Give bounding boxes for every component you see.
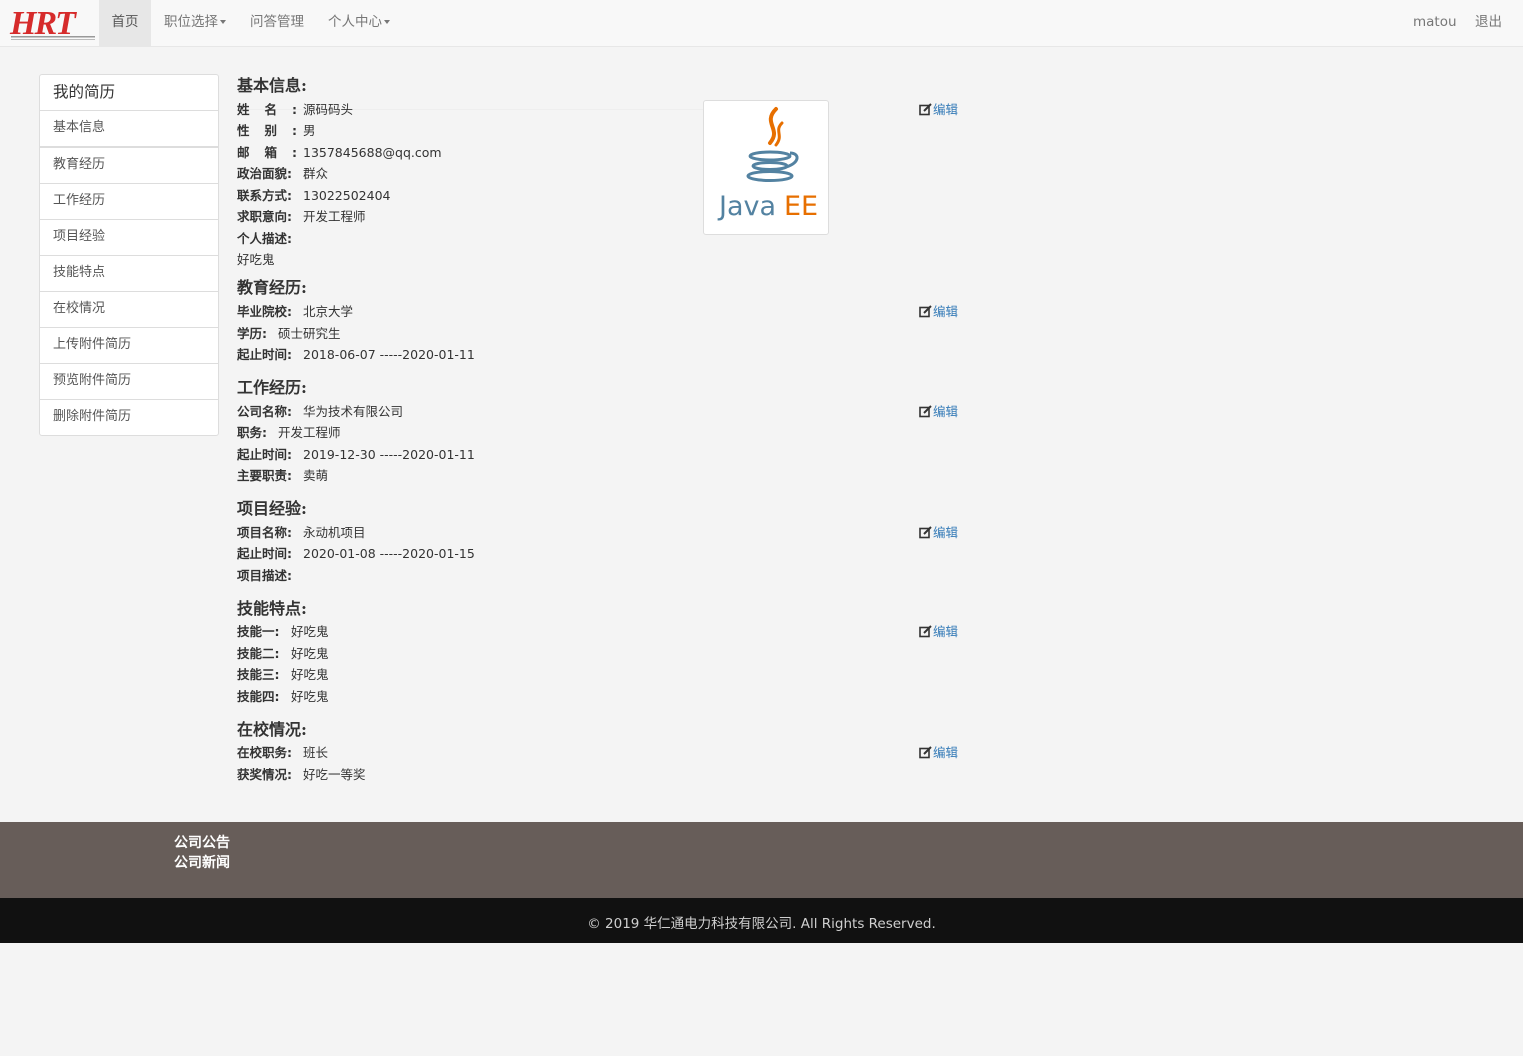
field-job-intent: 求职意向: 开发工程师 (237, 209, 366, 224)
field-gender: 性别:男 (237, 123, 316, 138)
sidebar-item-work[interactable]: 工作经历 (40, 184, 218, 220)
field-project-desc: 项目描述: (237, 568, 292, 583)
field-school: 毕业院校: 北京大学 (237, 304, 354, 319)
edit-basic-button[interactable]: 编辑 (919, 99, 958, 118)
nav-personal-center[interactable]: 个人中心 (328, 0, 390, 46)
nav-username[interactable]: matou (1413, 0, 1457, 46)
field-desc-value: 好吃鬼 (237, 252, 275, 267)
field-degree: 学历: 硕士研究生 (237, 326, 341, 341)
edit-school-button[interactable]: 编辑 (919, 742, 958, 761)
field-position: 职务: 开发工程师 (237, 425, 341, 440)
edit-icon (919, 746, 932, 759)
svg-text:Java: Java (717, 191, 776, 222)
top-navbar: HRT 首页 职位选择 问答管理 个人中心 matou 退出 (0, 0, 1523, 47)
section-title-education: 教育经历: (237, 278, 307, 297)
sidebar-item-skills[interactable]: 技能特点 (40, 256, 218, 292)
copyright: © 2019 华仁通电力科技有限公司. All Rights Reserved. (0, 898, 1523, 943)
footer-link-announcements[interactable]: 公司公告 (174, 832, 230, 852)
section-title-work: 工作经历: (237, 378, 307, 397)
edit-icon (919, 305, 932, 318)
field-phone: 联系方式: 13022502404 (237, 188, 391, 203)
field-project-name: 项目名称: 永动机项目 (237, 525, 366, 540)
sidebar-item-school[interactable]: 在校情况 (40, 292, 218, 328)
edit-education-button[interactable]: 编辑 (919, 301, 958, 320)
edit-icon (919, 405, 932, 418)
field-project-period: 起止时间: 2020-01-08 -----2020-01-15 (237, 546, 475, 561)
chevron-down-icon (384, 20, 390, 24)
sidebar-item-preview-attachment[interactable]: 预览附件简历 (40, 364, 218, 400)
sidebar-item-delete-attachment[interactable]: 删除附件简历 (40, 400, 218, 435)
field-politics: 政治面貌: 群众 (237, 166, 329, 181)
section-title-basic: 基本信息: (237, 76, 307, 95)
section-title-project: 项目经验: (237, 499, 307, 518)
chevron-down-icon (220, 20, 226, 24)
nav-job-select[interactable]: 职位选择 (164, 0, 226, 46)
resume-sidebar: 我的简历 基本信息 教育经历 工作经历 项目经验 技能特点 在校情况 上传附件简… (39, 74, 219, 436)
field-skill-1: 技能一: 好吃鬼 (237, 624, 329, 639)
svg-text:EE: EE (784, 191, 818, 222)
field-edu-period: 起止时间: 2018-06-07 -----2020-01-11 (237, 347, 475, 362)
field-award: 获奖情况: 好吃一等奖 (237, 767, 366, 782)
section-title-school: 在校情况: (237, 720, 307, 739)
edit-icon (919, 625, 932, 638)
section-title-skills: 技能特点: (237, 599, 307, 618)
logout-link[interactable]: 退出 (1475, 0, 1502, 46)
field-name: 姓名:源码码头 (237, 102, 354, 117)
field-company: 公司名称: 华为技术有限公司 (237, 404, 404, 419)
sidebar-item-basic-info[interactable]: 基本信息 (40, 111, 218, 148)
field-skill-4: 技能四: 好吃鬼 (237, 689, 329, 704)
field-email: 邮箱:1357845688@qq.com (237, 145, 442, 160)
avatar: Java EE (703, 100, 829, 235)
field-skill-2: 技能二: 好吃鬼 (237, 646, 329, 661)
sidebar-item-upload-attachment[interactable]: 上传附件简历 (40, 328, 218, 364)
edit-skills-button[interactable]: 编辑 (919, 621, 958, 640)
company-logo[interactable]: HRT (9, 3, 97, 43)
footer-link-news[interactable]: 公司新闻 (174, 852, 230, 872)
field-skill-3: 技能三: 好吃鬼 (237, 667, 329, 682)
field-desc-label: 个人描述: (237, 231, 292, 246)
sidebar-item-education[interactable]: 教育经历 (40, 148, 218, 184)
footer-links-area: 公司公告 公司新闻 (0, 822, 1523, 898)
sidebar-item-project[interactable]: 项目经验 (40, 220, 218, 256)
edit-icon (919, 526, 932, 539)
sidebar-title: 我的简历 (40, 75, 218, 111)
java-ee-logo: Java EE (717, 107, 818, 222)
field-work-period: 起止时间: 2019-12-30 -----2020-01-11 (237, 447, 475, 462)
nav-qa-manage[interactable]: 问答管理 (250, 0, 304, 46)
field-school-role: 在校职务: 班长 (237, 745, 329, 760)
edit-project-button[interactable]: 编辑 (919, 522, 958, 541)
edit-work-button[interactable]: 编辑 (919, 401, 958, 420)
field-duty: 主要职责: 卖萌 (237, 468, 329, 483)
edit-icon (919, 103, 932, 116)
nav-home[interactable]: 首页 (99, 0, 151, 46)
